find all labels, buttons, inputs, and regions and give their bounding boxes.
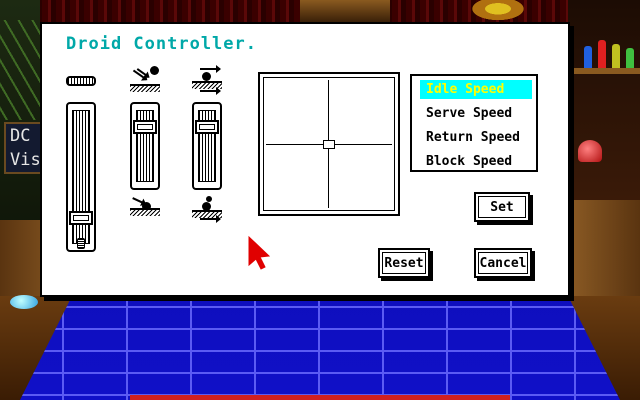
speed-list-item[interactable]: Serve Speed — [420, 104, 532, 123]
set-button-label: Set — [478, 196, 526, 218]
low-speed-icon — [77, 238, 85, 249]
bottle — [584, 46, 592, 68]
arrow-icon — [200, 87, 221, 95]
slider-return[interactable] — [192, 102, 222, 190]
slider-thumb[interactable] — [195, 120, 219, 135]
position-marker[interactable] — [323, 140, 335, 149]
slider-thumb[interactable] — [133, 120, 157, 135]
return-low-icon — [192, 194, 226, 223]
ball-icon — [202, 72, 211, 81]
set-button[interactable]: Set — [474, 192, 530, 222]
cancel-button[interactable]: Cancel — [474, 248, 532, 278]
dialog-title: Droid Controller. — [66, 34, 257, 54]
speed-icon — [66, 76, 96, 86]
speed-list: Idle Speed Serve Speed Return Speed Bloc… — [410, 74, 538, 172]
ceiling-ornament — [468, 0, 528, 22]
speed-list-item[interactable]: Idle Speed — [420, 80, 532, 99]
arrow-icon — [200, 65, 221, 73]
lamp — [578, 140, 602, 162]
bottle — [612, 44, 620, 68]
shelf — [568, 68, 640, 74]
table-edge — [130, 395, 510, 400]
ceiling-decoration — [300, 0, 390, 22]
floor-hatch-icon — [130, 84, 160, 92]
serve-low-icon — [130, 196, 164, 216]
arrow-icon — [200, 215, 221, 223]
floor-hatch-icon — [130, 208, 160, 216]
speed-list-item[interactable]: Block Speed — [420, 152, 532, 171]
serve-high-icon — [130, 66, 164, 92]
speed-list-item[interactable]: Return Speed — [420, 128, 532, 147]
slider-serve-angle[interactable] — [130, 102, 160, 190]
droid-controller-dialog: Droid Controller. Idle Speed Serve Speed… — [40, 22, 570, 297]
bottle — [598, 40, 606, 68]
slider-speed[interactable] — [66, 102, 96, 252]
reset-button[interactable]: Reset — [378, 248, 430, 278]
slider-thumb[interactable] — [69, 210, 93, 225]
gem — [10, 295, 38, 309]
cancel-button-label: Cancel — [478, 252, 528, 274]
mouse-pointer-icon — [248, 235, 271, 270]
return-high-icon — [192, 65, 226, 95]
position-pad[interactable] — [258, 72, 400, 216]
shelf-wall — [568, 0, 640, 200]
reset-button-label: Reset — [382, 252, 426, 274]
plant — [0, 20, 40, 120]
bottle — [626, 48, 634, 68]
